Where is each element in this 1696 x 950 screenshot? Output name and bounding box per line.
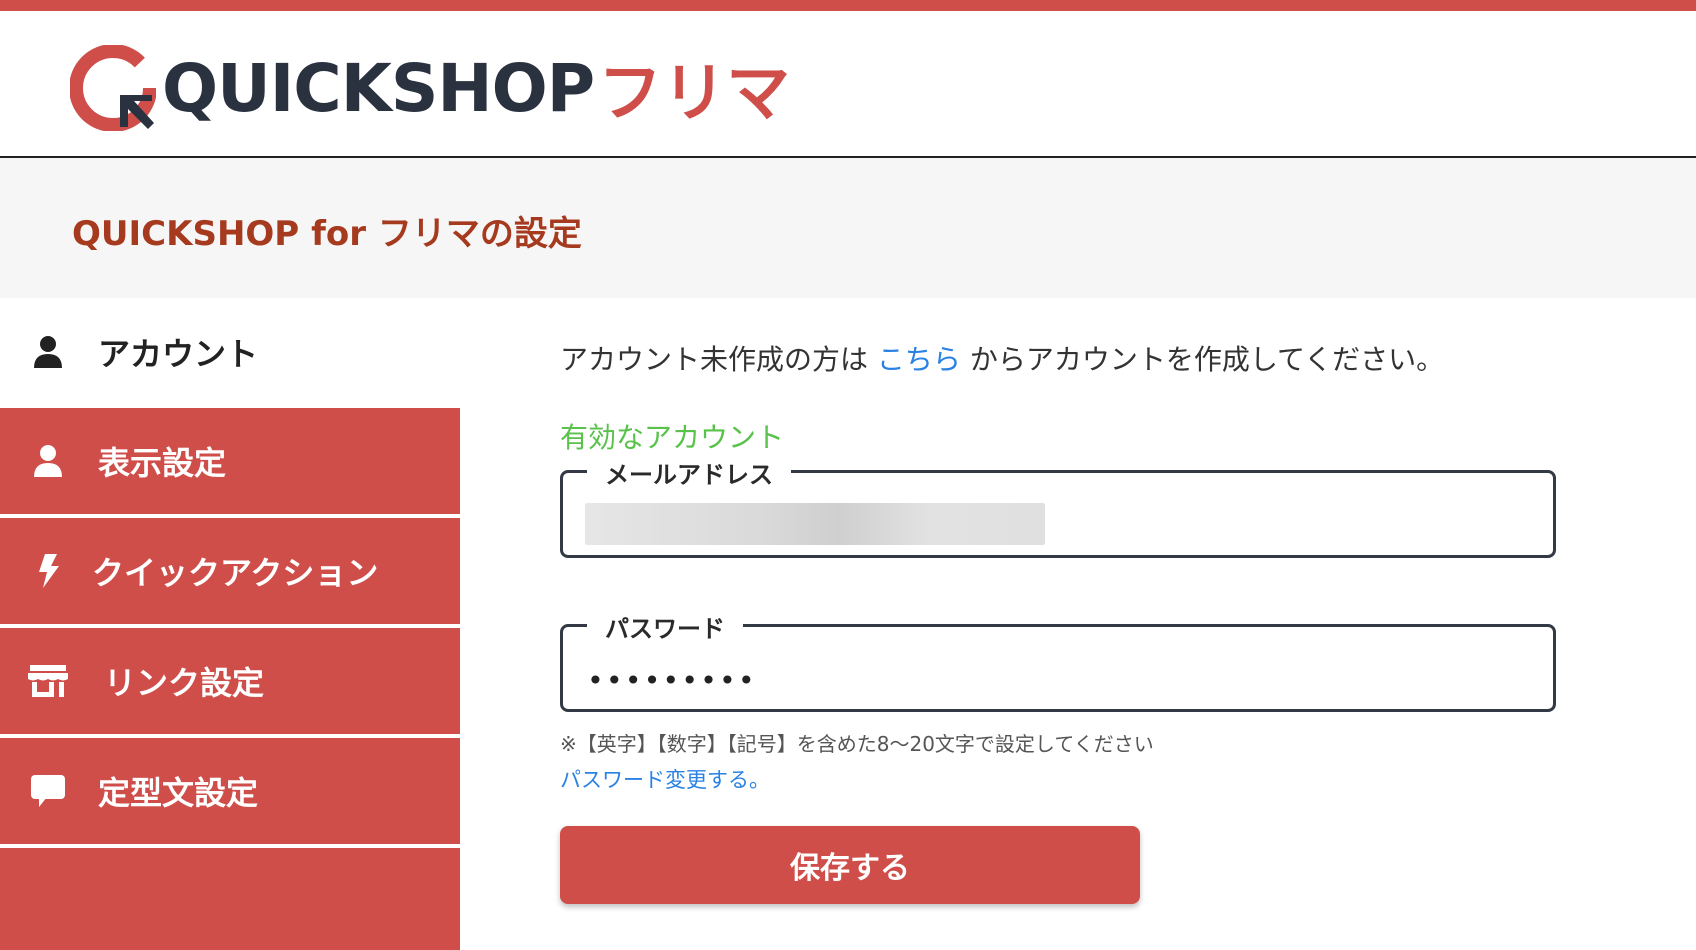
create-account-link[interactable]: こちら xyxy=(877,343,961,376)
email-fieldset: メールアドレス xyxy=(560,455,1556,558)
sidebar-item-label: リンク設定 xyxy=(104,664,265,702)
sidebar-item-account[interactable]: アカウント xyxy=(0,298,460,406)
app-header: QUICKSHOP フリマ xyxy=(0,11,1696,158)
sidebar-item-link-settings[interactable]: リンク設定 xyxy=(0,628,460,736)
settings-header: QUICKSHOP for フリマの設定 xyxy=(0,158,1696,298)
store-icon xyxy=(28,661,68,701)
sidebar-item-display-settings[interactable]: 表示設定 xyxy=(0,408,460,516)
valid-account-status: 有効なアカウント xyxy=(560,421,785,454)
password-hint: ※【英字】【数字】【記号】を含めた8〜20文字で設定してください xyxy=(560,732,1154,756)
password-fieldset: パスワード xyxy=(560,609,1556,712)
logo-text: QUICKSHOP xyxy=(162,49,595,127)
sidebar-item-label: 表示設定 xyxy=(98,444,227,482)
sidebar-item-label: クイックアクション xyxy=(92,554,379,592)
user-icon xyxy=(28,441,68,481)
sidebar-item-template-settings[interactable]: 定型文設定 xyxy=(0,738,460,846)
email-label: メールアドレス xyxy=(587,455,791,490)
sidebar-item-label: 定型文設定 xyxy=(98,774,259,812)
save-button[interactable]: 保存する xyxy=(560,826,1140,904)
lightning-icon xyxy=(28,551,68,591)
account-intro-text: アカウント未作成の方は こちら からアカウントを作成してください。 xyxy=(560,338,1444,378)
intro-text-after: からアカウントを作成してください。 xyxy=(960,343,1445,376)
password-field[interactable] xyxy=(585,657,1529,703)
sidebar-item-quick-action[interactable]: クイックアクション xyxy=(0,518,460,626)
email-field[interactable] xyxy=(585,501,1529,547)
sidebar: アカウント 表示設定 クイックアクション リンク設定 定型文設定 xyxy=(0,298,460,950)
account-panel: アカウント未作成の方は こちら からアカウントを作成してください。 有効なアカウ… xyxy=(560,298,1696,950)
user-icon xyxy=(28,332,68,372)
sidebar-item-label: アカウント xyxy=(98,335,259,373)
change-password-link[interactable]: パスワード変更する。 xyxy=(560,764,770,794)
quickshop-logo: QUICKSHOP フリマ xyxy=(70,43,790,133)
logo-subtext: フリマ xyxy=(598,57,791,131)
intro-text-before: アカウント未作成の方は xyxy=(560,343,877,376)
sidebar-filler xyxy=(0,848,460,950)
password-label: パスワード xyxy=(587,609,743,644)
logo-mark-icon xyxy=(70,45,156,131)
top-accent-bar xyxy=(0,0,1696,11)
speech-bubble-icon xyxy=(28,771,68,811)
page-title: QUICKSHOP for フリマの設定 xyxy=(72,214,582,254)
